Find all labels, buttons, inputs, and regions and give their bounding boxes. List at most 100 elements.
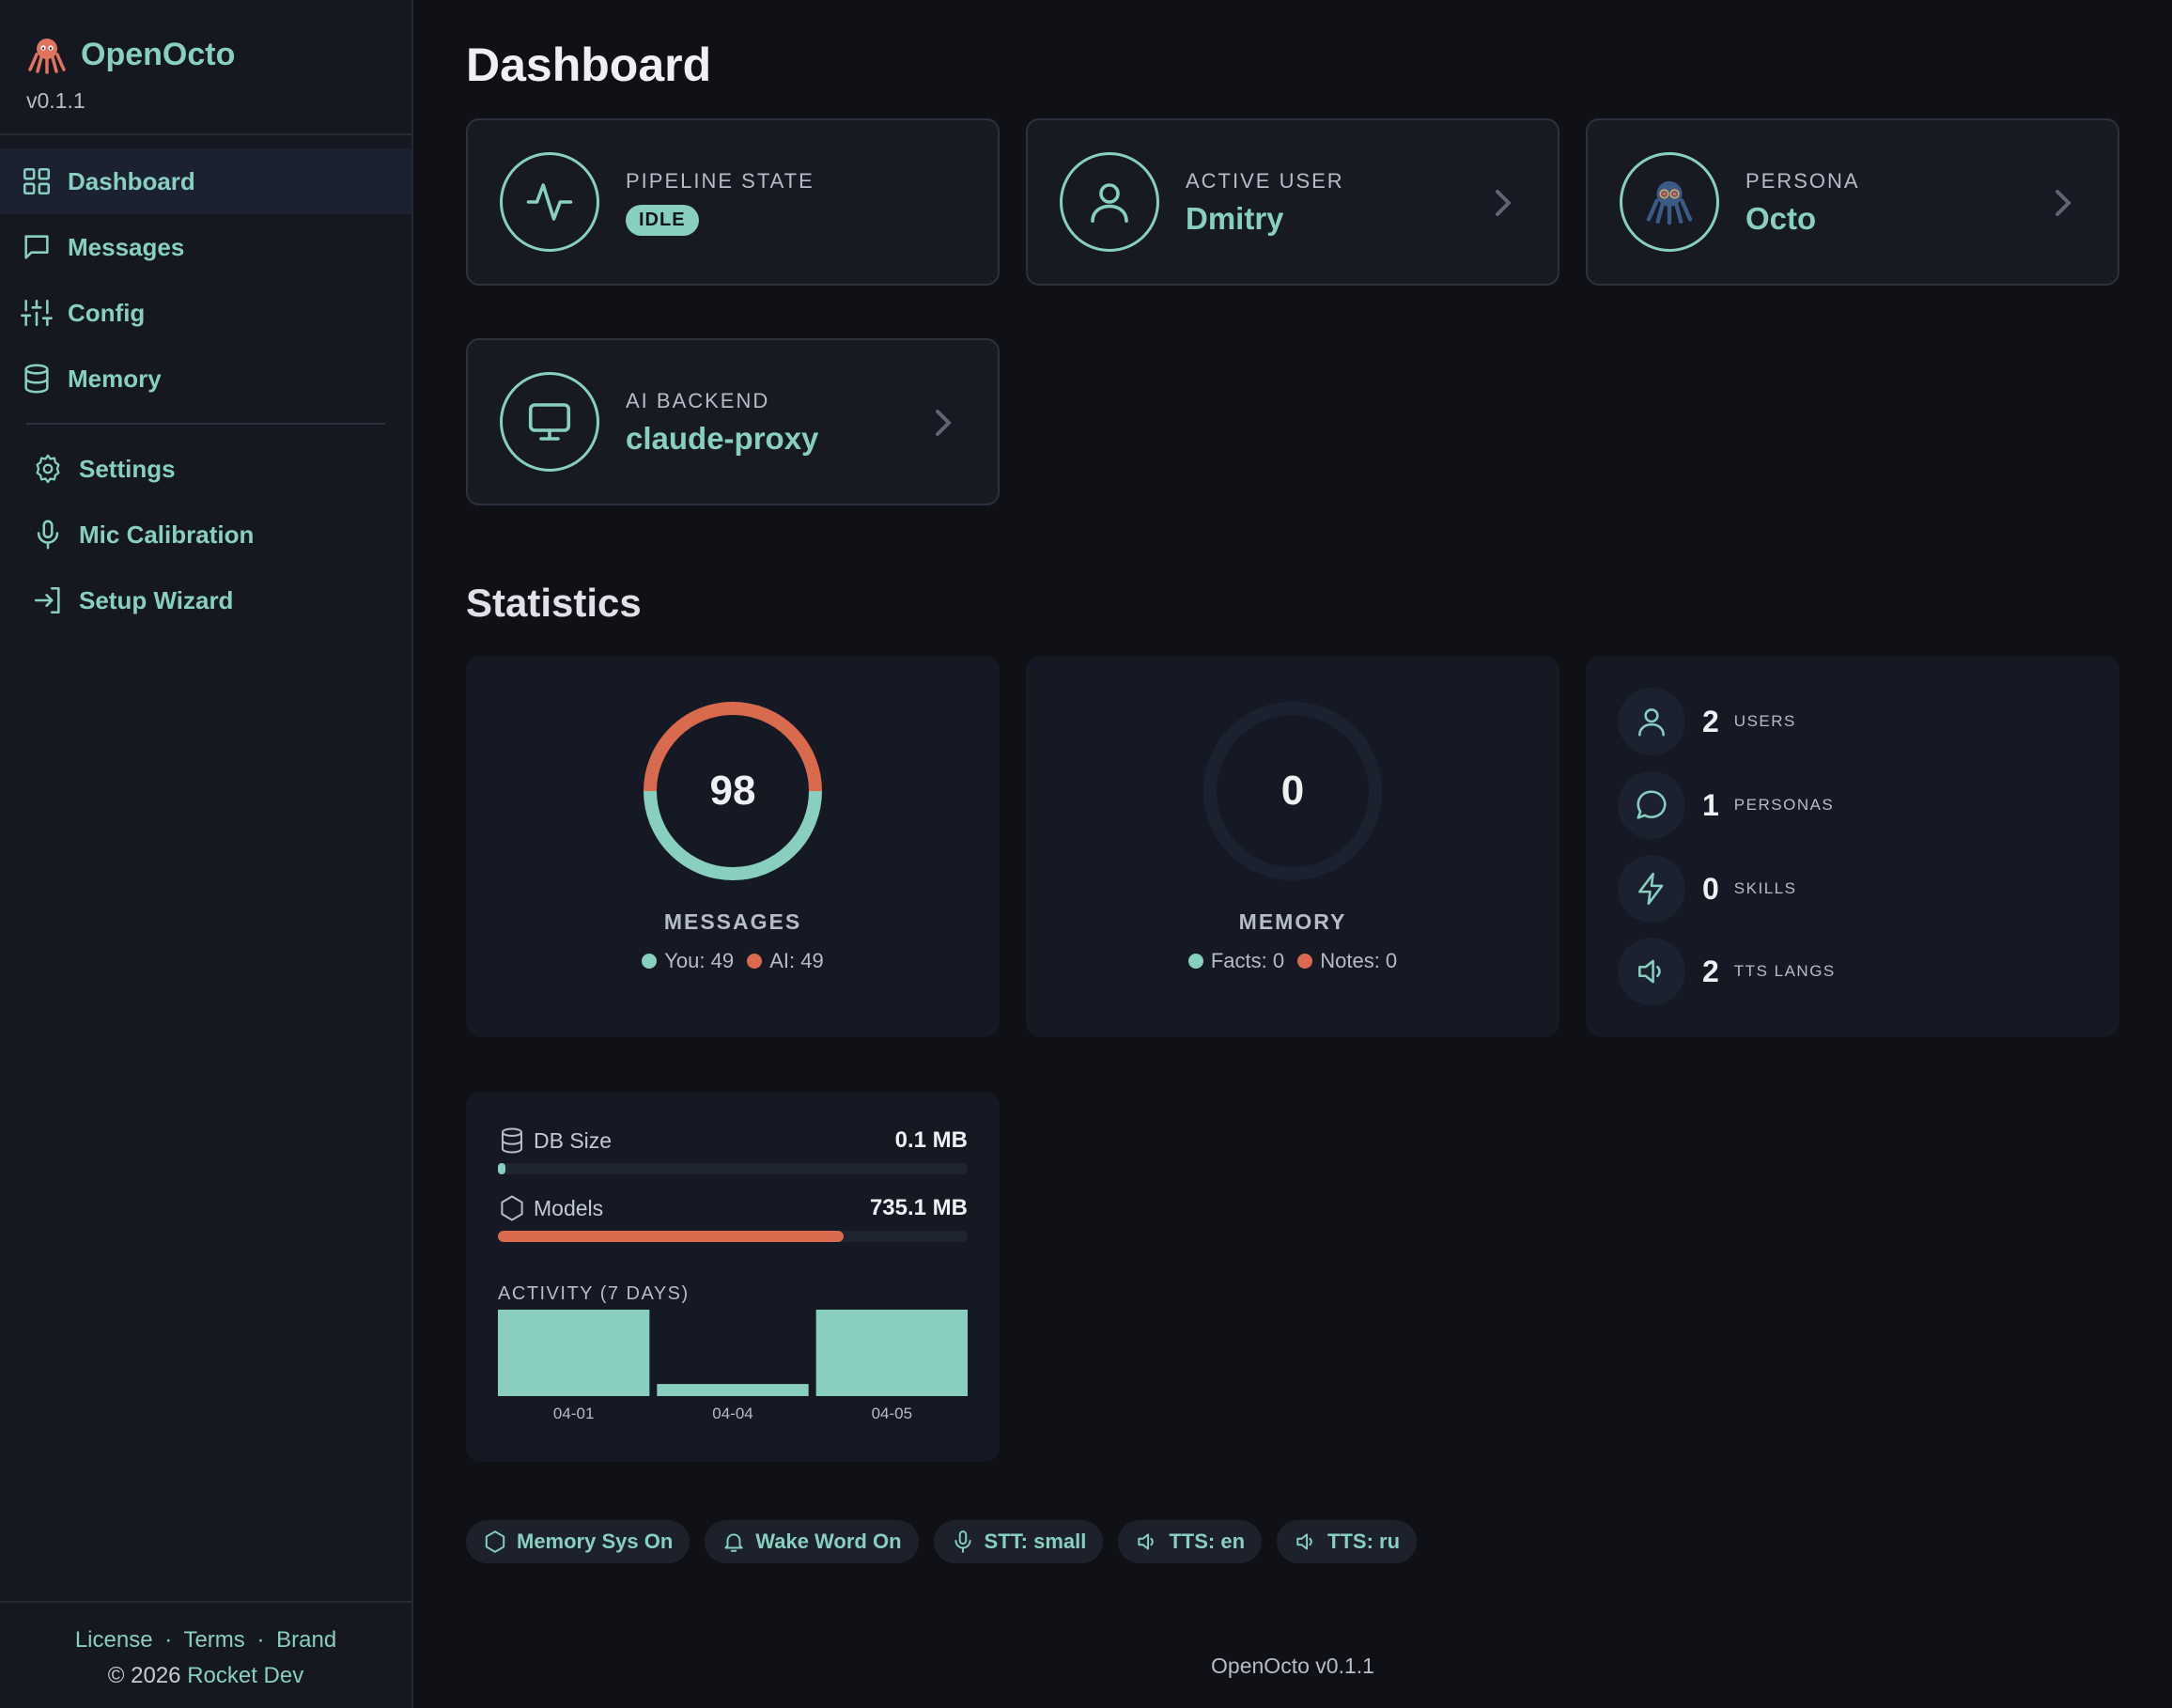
user-icon [1618,688,1685,755]
skills-count: 0 SKILLS [1618,855,1796,923]
stat-title: MESSAGES [663,909,802,934]
user-icon [1060,152,1159,252]
counts-card: 2 USERS 1 PERSONAS 0 SKILLS 2 TTS LANGS [1586,656,2119,1037]
chip-wake-word[interactable]: Wake Word On [705,1520,919,1563]
legend-dot [1187,954,1203,969]
active-user-name: Dmitry [1186,201,1284,236]
brand[interactable]: OpenOcto v0.1.1 [26,34,235,114]
sidebar-item-setup-wizard[interactable]: Setup Wizard [0,567,411,633]
database-icon [498,1126,526,1155]
sidebar: OpenOcto v0.1.1 Dashboard Messages Confi… [0,0,413,1708]
memory-legend: Facts: 0 Notes: 0 [1026,949,1559,973]
login-arrow-icon [32,584,64,616]
sliders-icon [21,297,53,329]
copyright: © 2026 Rocket Dev [107,1663,304,1688]
activity-tick-label: 04-01 [553,1405,594,1422]
activity-chart: 04-01 04-04 04-05 [498,1310,968,1422]
status-chips: Memory Sys On Wake Word On STT: small TT… [466,1520,1432,1563]
brand-version: v0.1.1 [26,88,85,113]
hexagon-icon [485,1530,505,1553]
speaker-icon [1296,1533,1312,1550]
db-size-bar [498,1163,968,1174]
persona-card[interactable]: PERSONA Octo [1586,118,2119,286]
legend-notes: Notes: 0 [1320,949,1398,972]
sidebar-item-messages[interactable]: Messages [0,214,411,280]
speaker-icon [1138,1533,1155,1550]
lightning-icon [1618,855,1685,923]
memory-total: 0 [1280,768,1305,814]
legend-dot [747,954,763,969]
storage-card: DB Size 0.1 MB Models 735.1 MB ACTIVITY … [466,1092,1000,1462]
chip-stt[interactable]: STT: small [933,1520,1104,1563]
db-size-fill [498,1163,505,1174]
monitor-icon [500,372,599,472]
footer-links: License · Terms · Brand [74,1627,337,1653]
sidebar-item-mic-calibration[interactable]: Mic Calibration [0,502,411,567]
memory-stat-card: 0 MEMORY Facts: 0 Notes: 0 [1026,656,1559,1037]
brand-link[interactable]: Brand [276,1627,336,1653]
chip-memory-sys[interactable]: Memory Sys On [466,1520,690,1563]
card-label: ACTIVE USER [1186,169,1344,193]
page-footer: OpenOcto v0.1.1 [1211,1654,1374,1678]
models-bar [498,1231,968,1242]
card-label: PIPELINE STATE [626,169,814,193]
active-user-card[interactable]: ACTIVE USER Dmitry [1026,118,1559,286]
bell-icon [724,1533,743,1552]
microphone-icon [954,1530,971,1553]
sidebar-item-config[interactable]: Config [0,280,411,346]
sidebar-item-label: Messages [68,232,185,261]
ai-backend-name: claude-proxy [626,421,819,456]
sidebar-item-label: Memory [68,364,162,393]
chip-tts-en[interactable]: TTS: en [1118,1520,1263,1563]
card-label: PERSONA [1745,169,1860,193]
legend-dot [642,954,658,969]
sidebar-item-label: Setup Wizard [79,585,234,614]
brand-name: OpenOcto [81,36,236,72]
legend-dot [1297,954,1313,969]
models-row: Models 735.1 MB [498,1191,968,1225]
sidebar-item-label: Settings [79,454,176,483]
gear-icon [32,453,64,485]
microphone-icon [32,519,64,551]
activity-bar [657,1384,809,1396]
messages-legend: You: 49 AI: 49 [466,949,1000,973]
sidebar-item-label: Config [68,298,146,327]
sidebar-nav: Dashboard Messages Config Memory Setting… [0,148,411,633]
sidebar-footer: License · Terms · Brand © 2026 Rocket De… [0,1601,411,1708]
message-square-icon [21,231,53,263]
nav-divider [26,423,385,425]
octopus-icon [1620,152,1719,252]
legend-facts: Facts: 0 [1210,949,1285,972]
activity-bar [815,1310,968,1396]
sidebar-item-memory[interactable]: Memory [0,346,411,411]
ai-backend-card[interactable]: AI BACKEND claude-proxy [466,338,1000,505]
chip-tts-ru[interactable]: TTS: ru [1277,1520,1418,1563]
activity-bar [498,1310,650,1396]
sidebar-item-settings[interactable]: Settings [0,436,411,502]
sidebar-item-dashboard[interactable]: Dashboard [0,148,411,214]
messages-stat-card: 98 MESSAGES You: 49 AI: 49 [466,656,1000,1037]
main-content: Dashboard PIPELINE STATE IDLE ACTIVE USE… [466,0,2119,1708]
sidebar-item-label: Dashboard [68,166,195,195]
card-label: AI BACKEND [626,389,770,412]
statistics-title: Statistics [466,581,642,625]
chevron-right-icon [1492,188,1514,218]
activity-title: ACTIVITY (7 DAYS) [498,1283,690,1304]
octopus-icon [28,39,66,74]
grid-icon [21,165,53,197]
models-fill [498,1231,844,1242]
company-link[interactable]: Rocket Dev [187,1663,303,1688]
db-size-row: DB Size 0.1 MB [498,1124,968,1157]
activity-tick-label: 04-04 [712,1405,752,1422]
terms-link[interactable]: Terms [183,1627,244,1653]
chat-bubble-icon [1618,771,1685,839]
pipeline-state-card: PIPELINE STATE IDLE [466,118,1000,286]
chevron-right-icon [2052,188,2074,218]
tts-langs-count: 2 TTS LANGS [1618,938,1836,1005]
personas-count: 1 PERSONAS [1618,771,1834,839]
chevron-right-icon [932,408,954,438]
license-link[interactable]: License [75,1627,153,1653]
legend-ai: AI: 49 [769,949,824,972]
hexagon-icon [498,1194,526,1222]
status-badge: IDLE [626,205,699,236]
